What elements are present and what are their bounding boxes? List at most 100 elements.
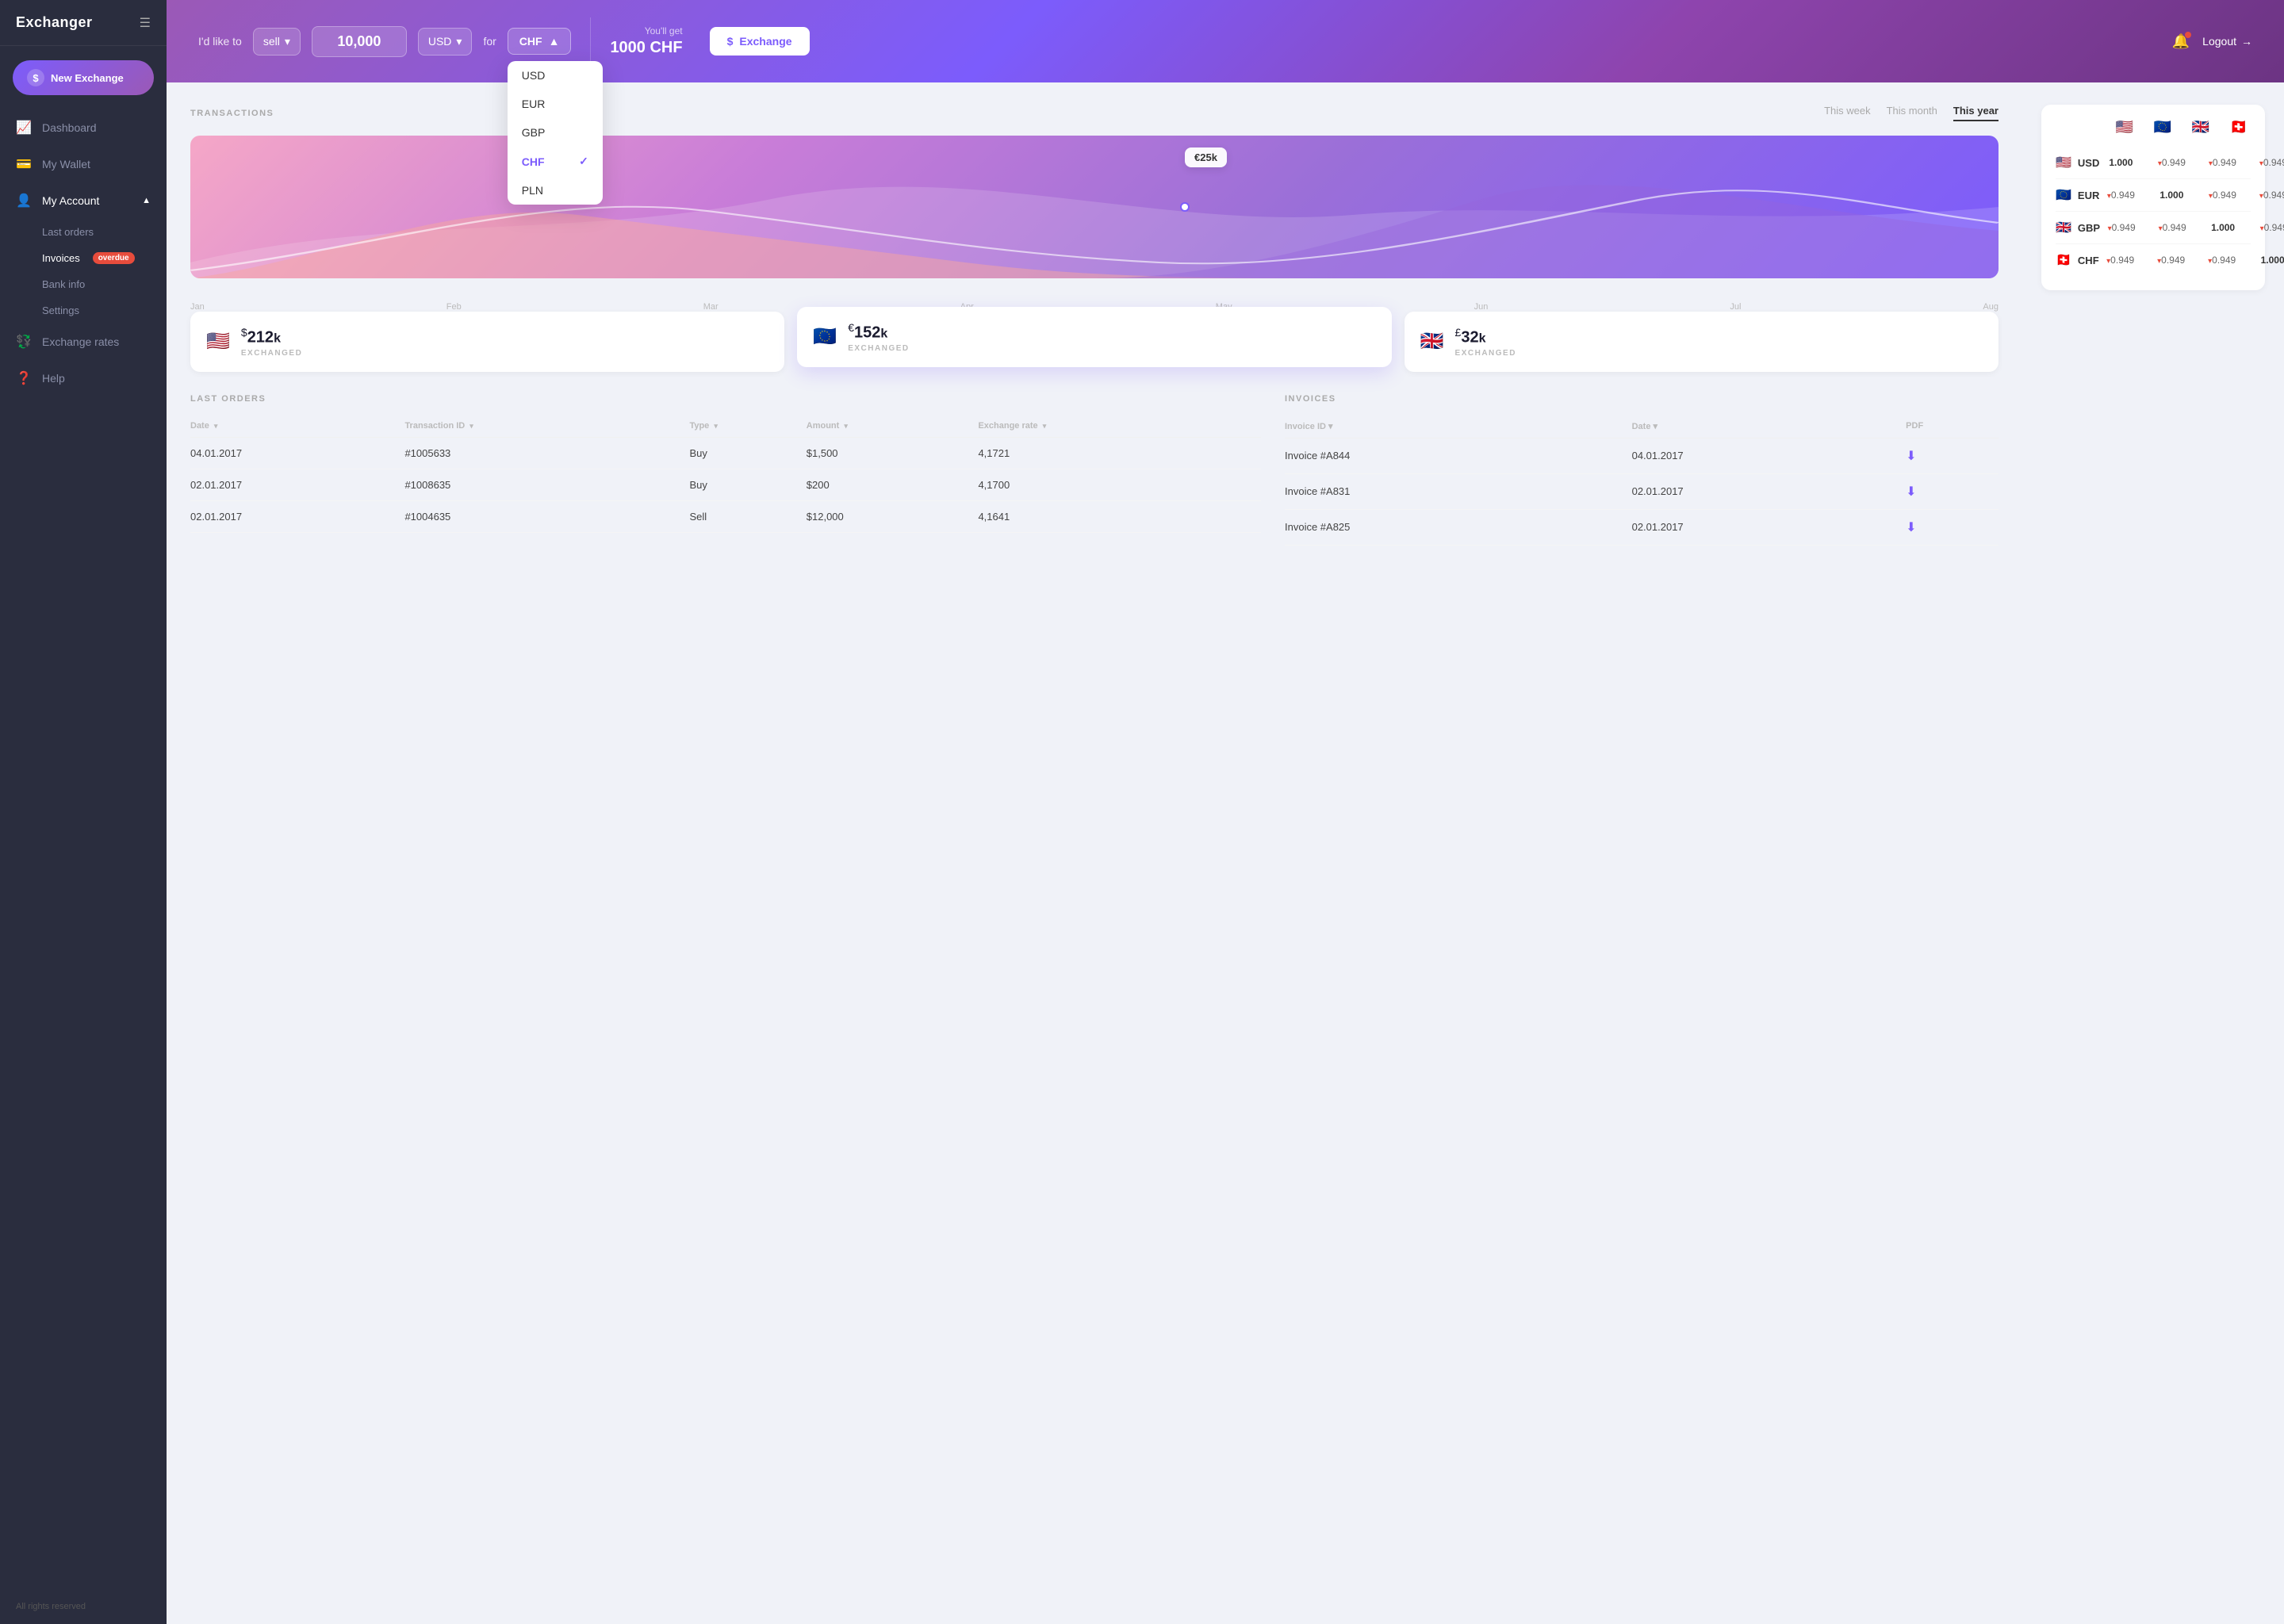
sidebar-item-help[interactable]: ❓ Help [0, 360, 167, 396]
rate-header-row: 🇺🇸 🇪🇺 🇬🇧 🇨🇭 [2056, 119, 2251, 136]
action-select[interactable]: sell ▾ [253, 28, 301, 56]
rate-cell: ▾0.949 [2099, 255, 2142, 266]
invoice-date: 02.01.2017 [1632, 473, 1907, 509]
currency-option-label: GBP [522, 126, 546, 139]
currency-option-usd[interactable]: USD [508, 61, 603, 90]
currency-option-gbp[interactable]: GBP [508, 118, 603, 147]
exchange-button[interactable]: $ Exchange [710, 27, 810, 56]
exchange-btn-icon: $ [727, 35, 734, 48]
sub-nav-bank-info[interactable]: Bank info [0, 271, 167, 297]
col-date[interactable]: Date ▾ [190, 415, 404, 438]
rate-currency-code: EUR [2078, 190, 2099, 201]
sub-nav-label: Invoices [42, 252, 80, 264]
rate-values: ▾0.9491.000▾0.949▾0.949 [2099, 190, 2284, 201]
tab-this-week[interactable]: This week [1824, 105, 1871, 121]
invoices-table: Invoice ID ▾ Date ▾ PDF [1285, 415, 1998, 546]
sidebar-item-dashboard[interactable]: 📈 Dashboard [0, 109, 167, 146]
table-row: 02.01.2017 #1004635 Sell $12,000 4,1641 [190, 500, 1261, 532]
amount-display[interactable]: 10,000 [312, 26, 407, 57]
stat-amount-eur: €152k [848, 321, 909, 343]
action-chevron-icon: ▾ [285, 35, 290, 48]
transactions-title: TRANSACTIONS [190, 109, 274, 118]
rate-cell: 1.000 [2150, 190, 2193, 201]
tab-this-year[interactable]: This year [1953, 105, 1998, 121]
logout-icon: → [2241, 35, 2252, 48]
invoice-pdf[interactable]: ⬇ [1906, 473, 1998, 509]
sidebar-item-my-wallet[interactable]: 💳 My Wallet [0, 146, 167, 182]
app-logo: Exchanger [16, 14, 93, 31]
rate-cell: 1.000 [2251, 255, 2284, 266]
sub-nav-invoices[interactable]: Invoices overdue [0, 245, 167, 271]
rate-cell: ▾0.949 [2252, 222, 2284, 233]
download-icon[interactable]: ⬇ [1906, 485, 1916, 499]
col-type[interactable]: Type ▾ [689, 415, 806, 438]
rate-currency-flag: 🇺🇸 [2056, 155, 2071, 170]
order-transaction-id: #1008635 [404, 469, 689, 500]
main-area: I'd like to sell ▾ 10,000 USD ▾ for CHF … [167, 0, 2284, 1624]
chart-svg [190, 136, 1998, 278]
rate-header-chf: 🇨🇭 [2227, 119, 2251, 136]
menu-icon[interactable]: ☰ [140, 15, 151, 31]
rate-currency: 🇪🇺 EUR [2056, 187, 2099, 203]
col-transaction-id[interactable]: Transaction ID ▾ [404, 415, 689, 438]
rate-header-gbp: 🇬🇧 [2189, 119, 2213, 136]
download-icon[interactable]: ⬇ [1906, 450, 1916, 463]
overdue-badge: overdue [93, 252, 135, 264]
content-area: TRANSACTIONS This week This month This y… [167, 82, 2284, 1624]
from-currency-value: USD [428, 35, 452, 48]
down-arrow-icon: ▾ [2108, 224, 2112, 233]
invoice-id: Invoice #A825 [1285, 509, 1632, 545]
orders-table-header-row: Date ▾ Transaction ID ▾ Type ▾ [190, 415, 1261, 438]
rate-cell: ▾0.949 [2251, 190, 2284, 201]
currency-option-label: EUR [522, 98, 546, 110]
action-value: sell [263, 35, 280, 48]
currency-option-chf[interactable]: CHF ✓ [508, 147, 603, 176]
download-icon[interactable]: ⬇ [1906, 521, 1916, 534]
col-amount[interactable]: Amount ▾ [807, 415, 979, 438]
notification-icon[interactable]: 🔔 [2172, 33, 2190, 50]
dashboard-icon: 📈 [16, 120, 32, 136]
order-amount: $12,000 [807, 500, 979, 532]
down-arrow-icon: ▾ [2260, 224, 2264, 233]
top-bar: I'd like to sell ▾ 10,000 USD ▾ for CHF … [167, 0, 2284, 82]
sidebar-item-label: Exchange rates [42, 335, 119, 348]
table-row: 04.01.2017 #1005633 Buy $1,500 4,1721 [190, 437, 1261, 469]
sub-nav-settings[interactable]: Settings [0, 297, 167, 324]
sidebar-item-exchange-rates[interactable]: 💱 Exchange rates [0, 324, 167, 360]
rate-values: ▾0.949▾0.9491.000▾0.949 [2100, 222, 2284, 233]
currency-option-eur[interactable]: EUR [508, 90, 603, 118]
invoice-pdf[interactable]: ⬇ [1906, 509, 1998, 545]
transactions-header: TRANSACTIONS This week This month This y… [190, 105, 1998, 121]
logout-button[interactable]: Logout → [2202, 35, 2252, 48]
order-amount: $1,500 [807, 437, 979, 469]
chart-month-jul: Jul [1730, 302, 1741, 312]
chart-month-feb: Feb [446, 302, 462, 312]
stat-card-usd: 🇺🇸 $212k EXCHANGED [190, 312, 784, 372]
invoice-pdf[interactable]: ⬇ [1906, 438, 1998, 473]
rate-cell: ▾0.949 [2151, 222, 2194, 233]
rate-rows: 🇺🇸 USD 1.000▾0.949▾0.949▾0.949 🇪🇺 EUR ▾0… [2056, 147, 2251, 276]
col-exchange-rate[interactable]: Exchange rate ▾ [978, 415, 1261, 438]
col-invoice-date[interactable]: Date ▾ [1632, 415, 1907, 439]
stat-flag-eur: 🇪🇺 [813, 325, 837, 348]
sort-icon-invoice-date: ▾ [1654, 422, 1658, 431]
sidebar-item-my-account[interactable]: 👤 My Account ▲ [0, 182, 167, 219]
youll-get-amount: 1000 CHF [610, 39, 682, 57]
sub-nav-last-orders[interactable]: Last orders [0, 219, 167, 245]
list-item: Invoice #A844 04.01.2017 ⬇ [1285, 438, 1998, 473]
from-currency-select[interactable]: USD ▾ [418, 28, 473, 56]
currency-option-label: PLN [522, 184, 543, 197]
from-currency-chevron-icon: ▾ [456, 35, 462, 48]
new-exchange-button[interactable]: $ New Exchange [13, 60, 154, 95]
transactions-chart: €25k [190, 136, 1998, 278]
currency-option-label: CHF [522, 155, 545, 168]
rate-currency: 🇨🇭 CHF [2056, 252, 2099, 268]
currency-option-pln[interactable]: PLN [508, 176, 603, 205]
to-currency-button[interactable]: CHF ▲ [508, 28, 572, 55]
right-panel: 🇺🇸 🇪🇺 🇬🇧 🇨🇭 🇺🇸 USD 1.000▾0.949▾0.949▾0.9… [2022, 82, 2284, 1624]
account-icon: 👤 [16, 193, 32, 209]
invoice-date: 04.01.2017 [1632, 438, 1907, 473]
sub-nav-label: Settings [42, 304, 79, 316]
col-invoice-id[interactable]: Invoice ID ▾ [1285, 415, 1632, 439]
tab-this-month[interactable]: This month [1887, 105, 1937, 121]
